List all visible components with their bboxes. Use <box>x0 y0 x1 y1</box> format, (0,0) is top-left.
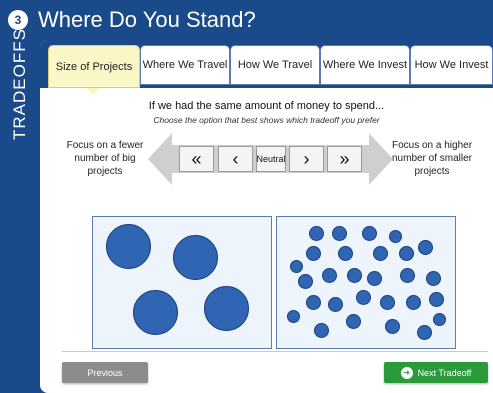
small-projects-illustration <box>276 216 456 349</box>
tab-where-we-travel[interactable]: Where We Travel <box>140 45 230 85</box>
small-project-circle <box>346 314 361 329</box>
preference-scale: « ‹ Neutral › » <box>148 133 393 185</box>
small-project-circle <box>290 260 303 273</box>
strongly-prefer-left-button[interactable]: « <box>179 146 214 172</box>
question-prompt: If we had the same amount of money to sp… <box>148 100 385 112</box>
double-chevron-left-icon: « <box>191 148 202 169</box>
tab-size-of-projects[interactable]: Size of Projects <box>48 45 140 88</box>
big-project-circle <box>173 235 218 280</box>
question-subprompt: Choose the option that best shows which … <box>153 115 380 125</box>
small-project-circle <box>367 271 382 286</box>
tab-how-we-travel[interactable]: How We Travel <box>230 45 320 85</box>
neutral-button[interactable]: Neutral <box>256 146 286 172</box>
next-tradeoff-button[interactable]: ➜ Next Tradeoff <box>384 362 488 383</box>
double-chevron-right-icon: » <box>339 148 350 169</box>
header-bar: 3 Where Do You Stand? <box>0 0 493 40</box>
previous-button-label: Previous <box>87 367 123 378</box>
small-project-circle <box>373 246 388 261</box>
small-project-circle <box>417 325 432 340</box>
scale-left-arrow-shape <box>148 133 172 185</box>
small-project-circle <box>406 295 421 310</box>
page-title: Where Do You Stand? <box>38 7 256 32</box>
small-project-circle <box>287 310 300 323</box>
small-project-circle <box>389 230 402 243</box>
option-right-label: Focus on a higher number of smaller proj… <box>391 140 473 177</box>
small-project-circle <box>347 268 362 283</box>
small-project-circle <box>309 226 324 241</box>
tab-how-we-invest[interactable]: How We Invest <box>410 45 493 85</box>
small-project-circle <box>399 246 414 261</box>
content-panel: Size of Projects Where We Travel How We … <box>40 40 493 393</box>
footer-divider <box>62 351 488 352</box>
previous-button[interactable]: Previous <box>62 362 148 383</box>
arrow-right-circle-icon: ➜ <box>400 366 413 379</box>
small-project-circle <box>385 319 400 334</box>
big-project-circle <box>106 224 151 269</box>
step-number-badge: 3 <box>8 10 28 30</box>
strongly-prefer-right-button[interactable]: » <box>327 146 362 172</box>
small-project-circle <box>306 295 321 310</box>
big-project-circle <box>133 290 178 335</box>
big-projects-illustration <box>92 216 272 349</box>
tab-where-we-invest[interactable]: Where We Invest <box>320 45 410 85</box>
small-project-circle <box>322 268 337 283</box>
small-project-circle <box>433 313 446 326</box>
small-project-circle <box>362 226 377 241</box>
active-tab-pointer <box>86 88 100 95</box>
small-project-circle <box>306 246 321 261</box>
small-project-circle <box>400 268 415 283</box>
big-project-circle <box>204 286 249 331</box>
small-project-circle <box>356 290 371 305</box>
prefer-right-button[interactable]: › <box>289 146 324 172</box>
prefer-left-button[interactable]: ‹ <box>218 146 253 172</box>
tab-strip: Size of Projects Where We Travel How We … <box>40 40 493 88</box>
small-project-circle <box>332 226 347 241</box>
sidebar-label: TRADEOFFS <box>10 28 29 140</box>
chevron-right-icon: › <box>303 148 310 169</box>
small-project-circle <box>380 295 395 310</box>
small-project-circle <box>328 297 343 312</box>
scale-right-arrow-shape <box>369 133 393 185</box>
small-project-circle <box>429 292 444 307</box>
small-project-circle <box>298 274 313 289</box>
small-project-circle <box>338 246 353 261</box>
small-project-circle <box>314 323 329 338</box>
chevron-left-icon: ‹ <box>232 148 239 169</box>
small-project-circle <box>426 271 441 286</box>
small-project-circle <box>418 240 433 255</box>
option-left-label: Focus on a fewer number of big projects <box>66 140 144 177</box>
next-button-label: Next Tradeoff <box>417 367 472 378</box>
